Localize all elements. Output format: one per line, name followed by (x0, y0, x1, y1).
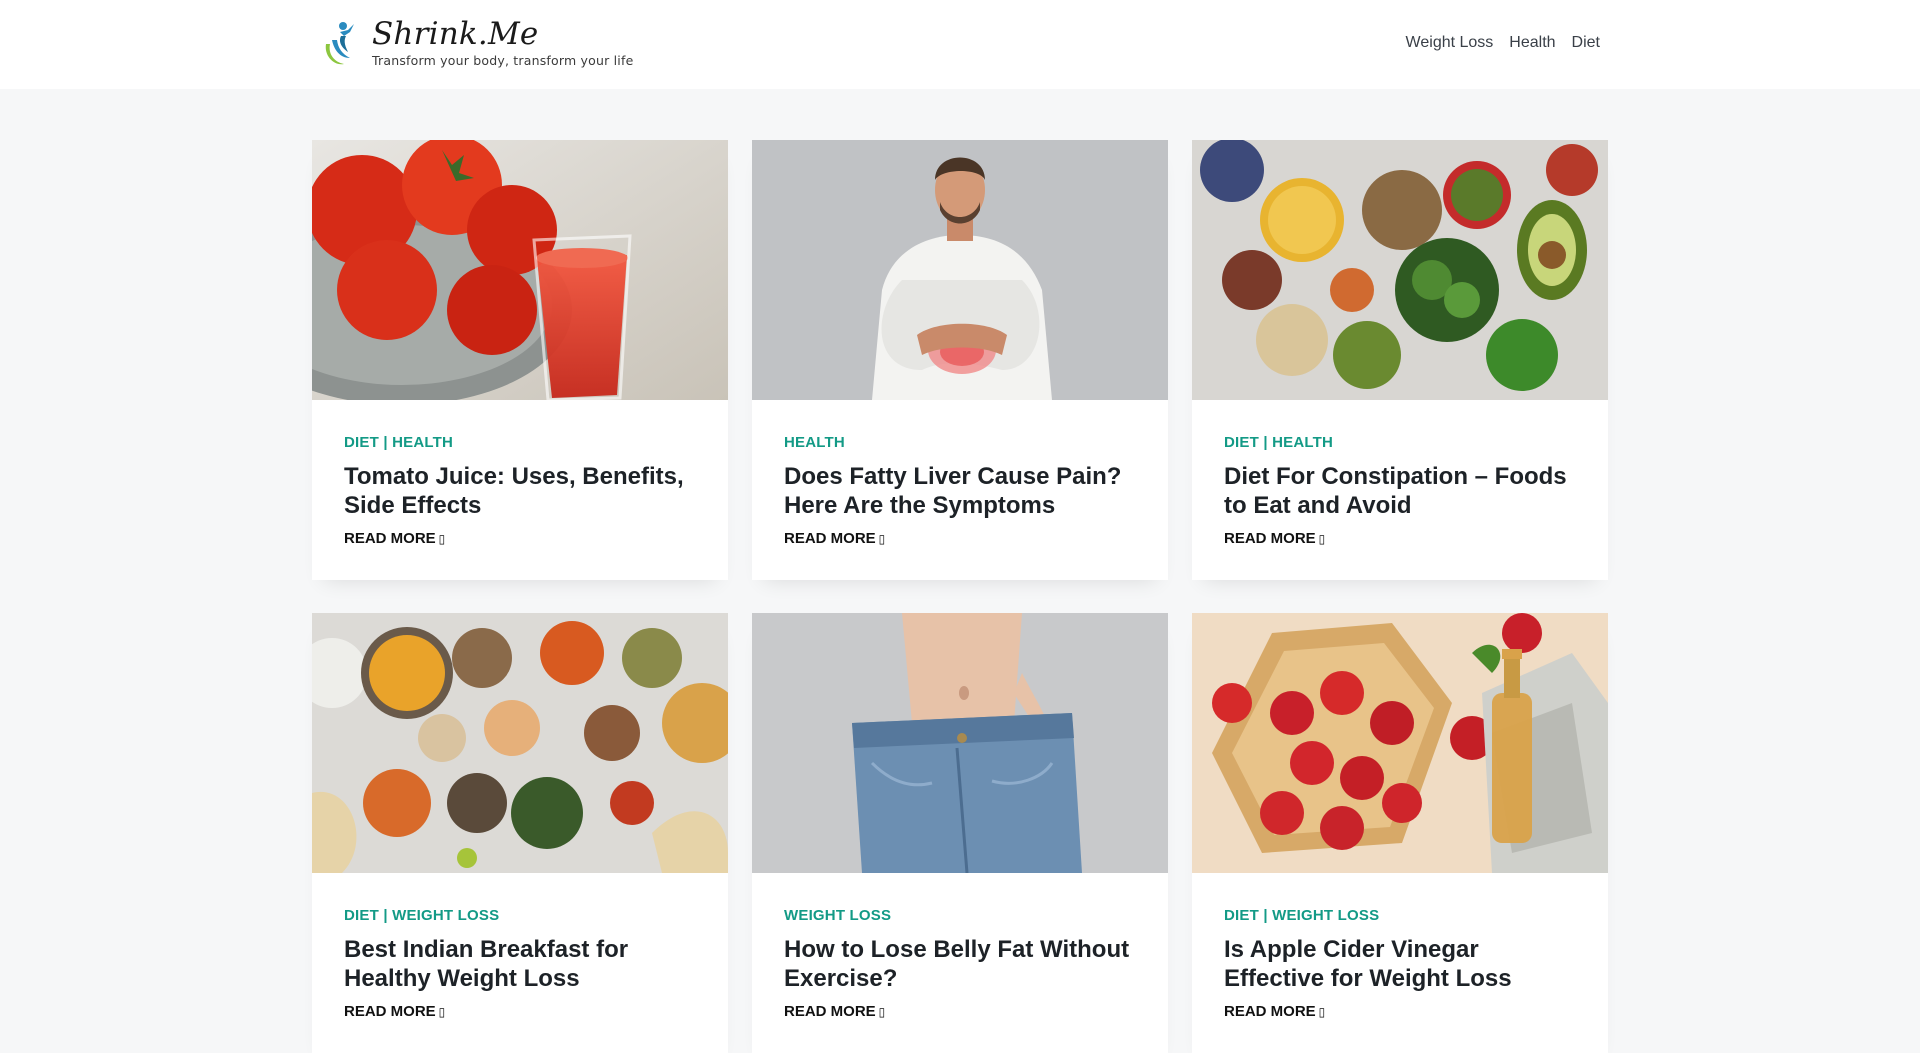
read-more-label: READ MORE (344, 1003, 436, 1020)
read-more-label: READ MORE (784, 1003, 876, 1020)
post-card: DIET | HEALTH Diet For Constipation – Fo… (1192, 140, 1608, 580)
card-body: DIET | HEALTH Tomato Juice: Uses, Benefi… (312, 400, 728, 549)
card-body: WEIGHT LOSS How to Lose Belly Fat Withou… (752, 873, 1168, 1022)
arrow-right-icon: ▯ (878, 1005, 886, 1019)
man-stomach-pain-image[interactable] (752, 140, 1168, 400)
card-body: DIET | WEIGHT LOSS Is Apple Cider Vinega… (1192, 873, 1608, 1022)
post-title[interactable]: Best Indian Breakfast for Healthy Weight… (344, 935, 696, 993)
site-header: Shrink.Me Transform your body, transform… (0, 0, 1920, 89)
post-title[interactable]: How to Lose Belly Fat Without Exercise? (784, 935, 1136, 993)
post-card: DIET | HEALTH Tomato Juice: Uses, Benefi… (312, 140, 728, 580)
post-title[interactable]: Diet For Constipation – Foods to Eat and… (1224, 462, 1576, 520)
indian-dishes-image[interactable] (312, 613, 728, 873)
site-brand-link[interactable]: Shrink.Me Transform your body, transform… (320, 12, 633, 72)
apples-vinegar-image[interactable] (1192, 613, 1608, 873)
post-title[interactable]: Tomato Juice: Uses, Benefits, Side Effec… (344, 462, 696, 520)
site-tagline: Transform your body, transform your life (372, 52, 634, 68)
nav-item-diet[interactable]: Diet (1572, 32, 1600, 54)
post-categories[interactable]: HEALTH (784, 433, 1136, 453)
logo-icon (325, 22, 354, 65)
nav-item-health[interactable]: Health (1509, 32, 1555, 54)
healthy-foods-bowls-image[interactable] (1192, 140, 1608, 400)
post-grid: DIET | HEALTH Tomato Juice: Uses, Benefi… (312, 140, 1608, 1053)
post-categories[interactable]: DIET | HEALTH (1224, 433, 1576, 453)
read-more-link[interactable]: READ MORE ▯ (1224, 1002, 1325, 1022)
arrow-right-icon: ▯ (1318, 532, 1326, 546)
post-categories[interactable]: DIET | WEIGHT LOSS (1224, 906, 1576, 926)
loose-jeans-belly-image[interactable] (752, 613, 1168, 873)
read-more-link[interactable]: READ MORE ▯ (784, 529, 885, 549)
card-body: HEALTH Does Fatty Liver Cause Pain? Here… (752, 400, 1168, 549)
read-more-link[interactable]: READ MORE ▯ (784, 1002, 885, 1022)
brand-text: Shrink.Me Transform your body, transform… (372, 17, 633, 68)
post-card: DIET | WEIGHT LOSS Is Apple Cider Vinega… (1192, 613, 1608, 1053)
read-more-label: READ MORE (344, 530, 436, 547)
arrow-right-icon: ▯ (438, 532, 446, 546)
post-card: HEALTH Does Fatty Liver Cause Pain? Here… (752, 140, 1168, 580)
post-categories[interactable]: WEIGHT LOSS (784, 906, 1136, 926)
arrow-right-icon: ▯ (878, 532, 886, 546)
post-card: WEIGHT LOSS How to Lose Belly Fat Withou… (752, 613, 1168, 1053)
header-inner: Shrink.Me Transform your body, transform… (312, 0, 1608, 89)
tomato-juice-image[interactable] (312, 140, 728, 400)
read-more-link[interactable]: READ MORE ▯ (344, 1002, 445, 1022)
post-categories[interactable]: DIET | HEALTH (344, 433, 696, 453)
read-more-link[interactable]: READ MORE ▯ (344, 529, 445, 549)
post-categories[interactable]: DIET | WEIGHT LOSS (344, 906, 696, 926)
read-more-link[interactable]: READ MORE ▯ (1224, 529, 1325, 549)
read-more-label: READ MORE (1224, 1003, 1316, 1020)
arrow-right-icon: ▯ (438, 1005, 446, 1019)
main-nav: Weight Loss Health Diet (1406, 32, 1600, 54)
read-more-label: READ MORE (784, 530, 876, 547)
nav-item-weight-loss[interactable]: Weight Loss (1406, 32, 1494, 54)
post-card: DIET | WEIGHT LOSS Best Indian Breakfast… (312, 613, 728, 1053)
site-title: Shrink.Me (372, 15, 539, 52)
arrow-right-icon: ▯ (1318, 1005, 1326, 1019)
post-title[interactable]: Is Apple Cider Vinegar Effective for Wei… (1224, 935, 1576, 993)
card-body: DIET | HEALTH Diet For Constipation – Fo… (1192, 400, 1608, 549)
read-more-label: READ MORE (1224, 530, 1316, 547)
post-title[interactable]: Does Fatty Liver Cause Pain? Here Are th… (784, 462, 1136, 520)
card-body: DIET | WEIGHT LOSS Best Indian Breakfast… (312, 873, 728, 1022)
